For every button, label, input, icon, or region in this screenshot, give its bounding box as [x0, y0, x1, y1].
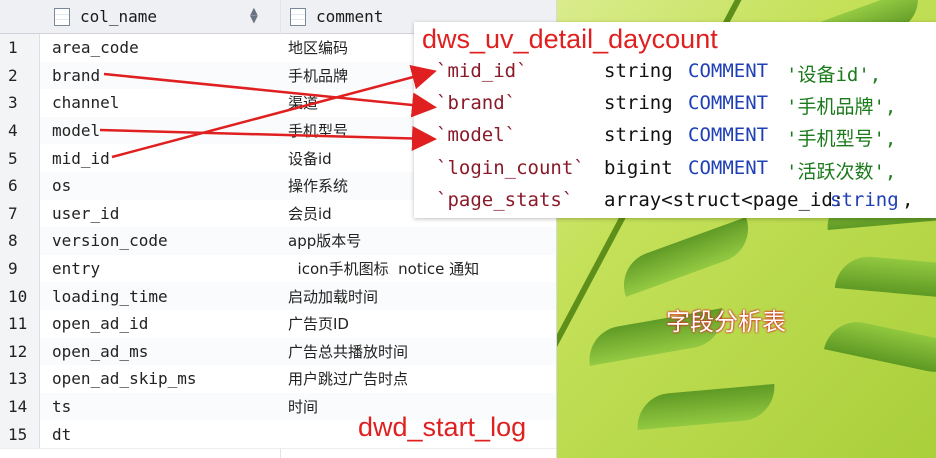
- col-name-cell[interactable]: mid_id: [52, 144, 110, 172]
- col-name-cell[interactable]: entry: [52, 255, 100, 283]
- code-field: `login_count`: [436, 157, 585, 179]
- analysis-label: 字段分析表: [666, 309, 786, 336]
- code-type: string: [604, 124, 673, 146]
- code-line: `model` string COMMENT '手机型号',: [436, 124, 896, 150]
- code-line: `brand` string COMMENT '手机品牌',: [436, 92, 896, 118]
- table-row[interactable]: 10 loading_time 启动加载时间: [0, 282, 556, 311]
- comment-cell[interactable]: 广告总共播放时间: [288, 338, 408, 366]
- col-name-cell[interactable]: dt: [52, 420, 71, 448]
- table-row[interactable]: 13 open_ad_skip_ms 用户跳过广告时点: [0, 365, 556, 394]
- code-keyword: string: [830, 189, 899, 211]
- comment-cell[interactable]: 地区编码: [288, 34, 348, 62]
- col-name-cell[interactable]: channel: [52, 89, 119, 117]
- comment-cell[interactable]: 手机型号: [288, 117, 348, 145]
- code-string: ,: [902, 189, 914, 211]
- comment-cell[interactable]: 启动加载时间: [288, 282, 378, 310]
- code-keyword: COMMENT: [688, 157, 769, 179]
- comment-cell[interactable]: 手机品牌: [288, 62, 348, 90]
- row-number: 10: [0, 282, 40, 310]
- code-keyword: COMMENT: [688, 92, 769, 114]
- col-name-cell[interactable]: version_code: [52, 227, 168, 255]
- col-name-cell[interactable]: open_ad_skip_ms: [52, 365, 197, 393]
- code-type: string: [604, 60, 673, 82]
- code-type: bigint: [604, 157, 673, 179]
- row-number: 14: [0, 392, 40, 421]
- comment-header-label: comment: [316, 7, 384, 26]
- code-line: `login_count` bigint COMMENT '活跃次数',: [436, 157, 896, 183]
- row-number: 8: [0, 227, 40, 255]
- row-number: 6: [0, 172, 40, 200]
- row-number: 12: [0, 337, 40, 366]
- comment-cell[interactable]: icon手机图标 notice 通知: [288, 255, 489, 283]
- comment-header[interactable]: comment: [290, 0, 383, 33]
- comment-cell[interactable]: 设备id: [288, 144, 332, 172]
- col-name-cell[interactable]: model: [52, 117, 100, 145]
- col-name-cell[interactable]: loading_time: [52, 282, 168, 310]
- code-string: '手机型号',: [786, 128, 897, 150]
- row-number: 5: [0, 144, 40, 172]
- row-number: 13: [0, 365, 40, 393]
- row-number: 11: [0, 310, 40, 338]
- col-name-header-label: col_name: [80, 7, 158, 26]
- row-number: 1: [0, 34, 40, 62]
- table-row[interactable]: 9 entry icon手机图标 notice 通知: [0, 254, 556, 284]
- column-icon: [54, 7, 70, 26]
- row-number: 15: [0, 420, 40, 448]
- code-field: `brand`: [436, 92, 517, 114]
- code-string: '手机品牌',: [786, 96, 897, 118]
- code-field: `model`: [436, 124, 517, 146]
- code-keyword: COMMENT: [688, 60, 769, 82]
- column-icon: [290, 7, 306, 26]
- col-name-cell[interactable]: brand: [52, 62, 100, 90]
- row-number: 4: [0, 116, 40, 145]
- row-number: 3: [0, 89, 40, 117]
- row-number: 7: [0, 199, 40, 228]
- col-name-header[interactable]: col_name: [54, 0, 157, 33]
- comment-cell[interactable]: 操作系统: [288, 172, 348, 200]
- code-line: `mid_id` string COMMENT '设备id',: [436, 60, 881, 86]
- code-field: `page_stats`: [436, 189, 574, 211]
- col-name-cell[interactable]: area_code: [52, 34, 139, 62]
- comment-cell[interactable]: 时间: [288, 393, 318, 421]
- table-row[interactable]: 11 open_ad_id 广告页ID: [0, 310, 556, 339]
- code-string: '设备id',: [786, 64, 882, 86]
- col-name-cell[interactable]: ts: [52, 393, 71, 421]
- code-field: `mid_id`: [436, 60, 528, 82]
- comment-cell[interactable]: 渠道: [288, 89, 318, 117]
- col-name-cell[interactable]: open_ad_id: [52, 310, 148, 338]
- code-title: dws_uv_detail_daycount: [422, 24, 718, 54]
- comment-cell[interactable]: app版本号: [288, 227, 361, 255]
- code-popup: dws_uv_detail_daycount `mid_id` string COM…: [414, 22, 936, 218]
- sort-icon[interactable]: ▲ ▼: [250, 5, 258, 26]
- code-line: `page_stats` array<struct<page_id: string,: [436, 189, 913, 211]
- code-type: array<struct<page_id:: [604, 189, 845, 211]
- source-table-label: dwd_start_log: [358, 412, 527, 442]
- comment-cell[interactable]: 用户跳过广告时点: [288, 365, 408, 393]
- comment-cell[interactable]: 会员id: [288, 200, 332, 228]
- code-type: string: [604, 92, 673, 114]
- code-string: '活跃次数',: [786, 161, 897, 183]
- table-row[interactable]: 12 open_ad_ms 广告总共播放时间: [0, 337, 556, 367]
- row-number: 9: [0, 254, 40, 283]
- col-name-cell[interactable]: user_id: [52, 200, 119, 228]
- row-number: 2: [0, 61, 40, 90]
- table-row[interactable]: 8 version_code app版本号: [0, 227, 556, 256]
- col-name-cell[interactable]: os: [52, 172, 71, 200]
- comment-cell[interactable]: 广告页ID: [288, 310, 349, 338]
- col-name-cell[interactable]: open_ad_ms: [52, 338, 148, 366]
- code-keyword: COMMENT: [688, 124, 769, 146]
